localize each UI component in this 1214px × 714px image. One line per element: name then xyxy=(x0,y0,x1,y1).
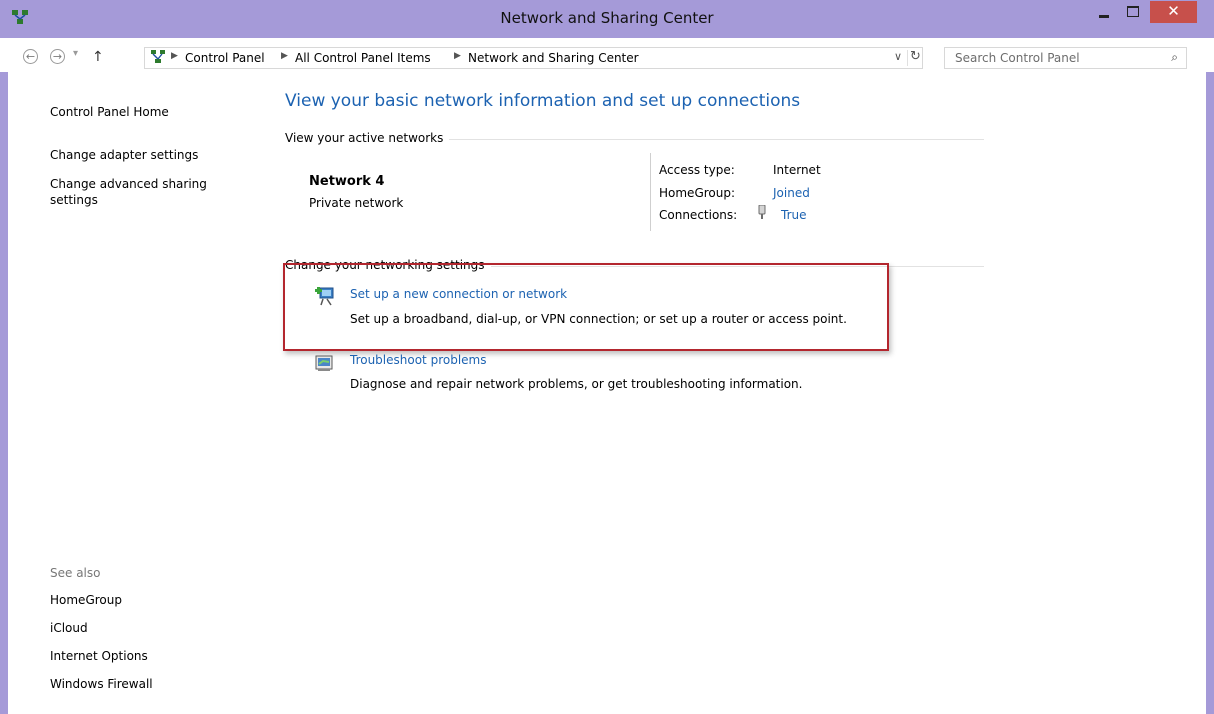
search-control-panel-input[interactable]: Search Control Panel ⌕ xyxy=(944,47,1187,69)
setup-new-connection-desc: Set up a broadband, dial-up, or VPN conn… xyxy=(350,312,847,326)
sidebar-item-change-advanced-sharing[interactable]: Change advanced sharing settings xyxy=(50,176,230,208)
forward-button[interactable]: → xyxy=(50,49,65,64)
address-divider xyxy=(907,50,908,66)
recent-locations-chevron-icon[interactable]: ▾ xyxy=(73,48,78,59)
window-title: Network and Sharing Center xyxy=(500,9,714,27)
sidebar-item-homegroup[interactable]: HomeGroup xyxy=(50,592,122,608)
refresh-icon[interactable]: ↻ xyxy=(910,49,921,64)
address-bar: ← → ▾ ↑ ▶ Control Panel ▶ All Control Pa… xyxy=(0,38,1214,72)
troubleshoot-icon xyxy=(315,355,333,371)
access-type-label: Access type: xyxy=(659,163,735,177)
sidebar-item-change-adapter-settings[interactable]: Change adapter settings xyxy=(50,147,198,163)
up-arrow-icon[interactable]: ↑ xyxy=(92,49,104,65)
close-button[interactable]: ✕ xyxy=(1150,1,1197,23)
troubleshoot-problems-desc: Diagnose and repair network problems, or… xyxy=(350,377,803,391)
access-type-value: Internet xyxy=(773,163,821,177)
network-type: Private network xyxy=(309,196,404,210)
sidebar-item-windows-firewall[interactable]: Windows Firewall xyxy=(50,676,153,692)
setup-new-connection-link[interactable]: Set up a new connection or network xyxy=(350,287,567,301)
homegroup-label: HomeGroup: xyxy=(659,186,736,200)
title-bar[interactable]: Network and Sharing Center ✕ xyxy=(0,0,1214,38)
sidebar-item-internet-options[interactable]: Internet Options xyxy=(50,648,148,664)
content-area: Control Panel Home Change adapter settin… xyxy=(8,72,1206,714)
maximize-button[interactable] xyxy=(1119,1,1147,23)
troubleshoot-problems-link[interactable]: Troubleshoot problems xyxy=(350,353,486,367)
highlight-annotation-box xyxy=(283,263,889,351)
network-name: Network 4 xyxy=(309,174,385,189)
breadcrumb-all-items[interactable]: All Control Panel Items xyxy=(295,51,431,65)
breadcrumb-separator-icon[interactable]: ▶ xyxy=(171,51,178,61)
active-networks-label: View your active networks xyxy=(285,131,450,145)
control-panel-network-icon xyxy=(151,50,165,63)
sidebar-item-icloud[interactable]: iCloud xyxy=(50,620,88,636)
network-sharing-window: Network and Sharing Center ✕ ← → ▾ ↑ ▶ C… xyxy=(0,0,1214,714)
ethernet-connection-icon[interactable] xyxy=(757,205,767,219)
connections-label: Connections: xyxy=(659,208,738,222)
address-dropdown-chevron-icon[interactable]: ∨ xyxy=(894,50,902,63)
back-button[interactable]: ← xyxy=(23,49,38,64)
see-also-label: See also xyxy=(50,566,101,580)
search-icon[interactable]: ⌕ xyxy=(1171,50,1178,65)
network-info-divider xyxy=(650,153,651,231)
search-placeholder: Search Control Panel xyxy=(955,51,1080,65)
breadcrumb-control-panel[interactable]: Control Panel xyxy=(185,51,265,65)
connections-link[interactable]: True xyxy=(781,208,807,222)
page-title: View your basic network information and … xyxy=(285,91,801,111)
address-box[interactable]: ▶ Control Panel ▶ All Control Panel Item… xyxy=(144,47,923,69)
breadcrumb-separator-icon[interactable]: ▶ xyxy=(454,51,461,61)
breadcrumb-separator-icon[interactable]: ▶ xyxy=(281,51,288,61)
minimize-button[interactable] xyxy=(1091,1,1117,23)
new-connection-icon xyxy=(315,287,334,306)
breadcrumb-network-center[interactable]: Network and Sharing Center xyxy=(468,51,639,65)
sidebar-item-control-panel-home[interactable]: Control Panel Home xyxy=(50,104,169,120)
homegroup-link[interactable]: Joined xyxy=(773,186,810,200)
